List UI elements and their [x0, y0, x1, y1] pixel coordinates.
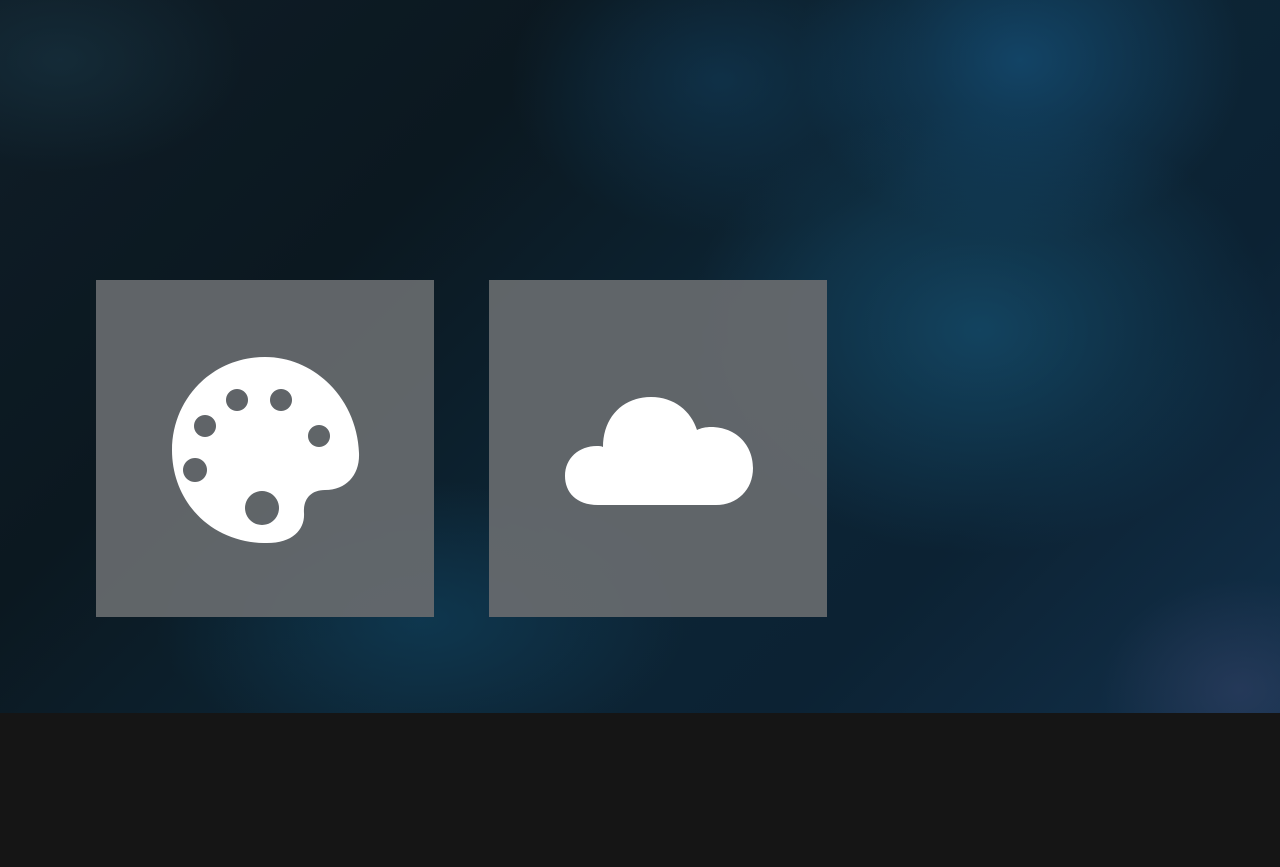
cloud-icon	[565, 396, 753, 505]
desktop	[0, 0, 1280, 867]
weather-tile[interactable]	[489, 280, 827, 617]
personalization-tile[interactable]	[96, 280, 434, 617]
palette-icon	[172, 356, 360, 543]
taskbar	[0, 713, 1280, 867]
